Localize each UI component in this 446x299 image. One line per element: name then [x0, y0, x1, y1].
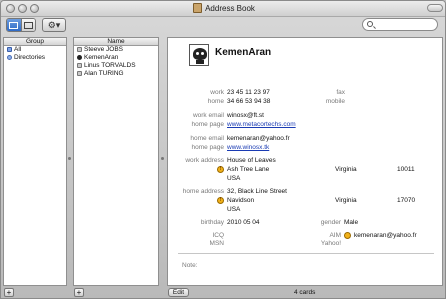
label-work-phone: work [210, 89, 224, 96]
add-group-button[interactable]: + [4, 288, 14, 297]
home-address-line1[interactable]: 32, Black Line Street [227, 188, 287, 195]
contact-photo[interactable] [189, 44, 209, 66]
toolbar-toggle-button[interactable] [427, 4, 443, 12]
card-view-button[interactable] [20, 19, 35, 31]
work-phone-value[interactable]: 23 45 11 23 97 [227, 89, 270, 96]
work-address-state[interactable]: Virginia [335, 166, 357, 173]
group-column-header[interactable]: Group [4, 38, 66, 46]
map-icon[interactable]: ! [217, 166, 224, 173]
address-book-window: Address Book ⚙▾ Group All Directories Na… [0, 0, 446, 299]
label-aim: AIM [329, 232, 341, 239]
contact-card-icon [77, 71, 82, 76]
home-page-link-1[interactable]: www.metacortechs.com [227, 121, 296, 128]
label-home-address: home address [182, 188, 224, 195]
window-title: Address Book [1, 3, 445, 13]
edit-button[interactable]: Edit [168, 288, 189, 297]
bottom-bar: + + Edit 4 cards [1, 287, 445, 298]
name-column-header[interactable]: Name [74, 38, 158, 46]
contact-card-icon [77, 63, 82, 68]
action-menu-button[interactable]: ⚙▾ [42, 18, 66, 32]
label-birthday: birthday [200, 219, 224, 226]
home-phone-value[interactable]: 34 66 53 94 38 [227, 98, 270, 105]
directory-icon [7, 55, 12, 60]
name-item-alan-turing[interactable]: Alan TURING [74, 70, 158, 78]
map-icon[interactable]: ! [217, 197, 224, 204]
name-item-label: Linus TORVALDS [84, 62, 136, 69]
address-book-icon [193, 3, 203, 13]
label-icq: ICQ [212, 232, 224, 239]
group-splitter[interactable] [67, 37, 72, 286]
card-count: 4 cards [294, 289, 316, 296]
label-fax: fax [336, 89, 345, 96]
label-mobile: mobile [325, 98, 345, 105]
gender-value[interactable]: Male [344, 219, 358, 226]
title-bar: Address Book [1, 1, 445, 17]
home-address-zip[interactable]: 17070 [397, 197, 415, 204]
name-splitter[interactable] [160, 37, 165, 286]
add-contact-button[interactable]: + [74, 288, 84, 297]
group-column: Group All Directories [3, 37, 67, 286]
columns-icon [9, 21, 19, 29]
toolbar: ⚙▾ [1, 17, 445, 35]
name-item-label: Steeve JOBS [84, 46, 124, 53]
work-address-line1[interactable]: House of Leaves [227, 157, 276, 164]
label-work-email: work email [192, 112, 224, 119]
aim-value[interactable]: kemenaran@yahoo.fr [354, 232, 417, 239]
name-item-label: Alan TURING [84, 70, 124, 77]
group-item-label: All [14, 46, 22, 53]
view-mode-control[interactable] [6, 18, 36, 32]
label-note: Note: [182, 262, 198, 269]
home-address-state[interactable]: Virginia [335, 197, 357, 204]
name-item-kemenaran[interactable]: KemenAran [74, 54, 158, 62]
label-work-address: work address [185, 157, 224, 164]
search-field[interactable] [362, 18, 438, 31]
label-home-email: home email [190, 135, 224, 142]
work-address-country[interactable]: USA [227, 175, 240, 182]
name-item-steeve-jobs[interactable]: Steeve JOBS [74, 46, 158, 54]
contact-card: KemenAran work 23 45 11 23 97 fax home 3… [167, 37, 443, 286]
label-home-phone: home [207, 98, 224, 105]
work-address-zip[interactable]: 10011 [397, 166, 415, 173]
skull-picture [193, 48, 207, 60]
column-view-button[interactable] [7, 19, 21, 31]
group-icon [7, 47, 12, 52]
label-home-page-1: home page [191, 121, 224, 128]
splitter-handle-icon [161, 157, 164, 160]
group-item-label: Directories [14, 54, 46, 61]
splitter-handle-icon [68, 157, 71, 160]
label-msn: MSN [209, 240, 224, 247]
contact-card-icon [77, 47, 82, 52]
search-icon [367, 21, 373, 27]
group-item-all[interactable]: All [4, 46, 66, 54]
home-page-link-2[interactable]: www.winosx.tk [227, 144, 269, 151]
aim-status-icon [344, 232, 351, 239]
home-address-line2[interactable]: Navidson [227, 197, 254, 204]
name-column: Name Steeve JOBS KemenAran Linus TORVALD… [73, 37, 159, 286]
skull-jaw [196, 60, 204, 64]
label-gender: gender [320, 219, 341, 226]
name-item-linus-torvalds[interactable]: Linus TORVALDS [74, 62, 158, 70]
contact-name: KemenAran [215, 47, 272, 58]
group-item-directories[interactable]: Directories [4, 54, 66, 62]
home-address-country[interactable]: USA [227, 206, 240, 213]
window-title-text: Address Book [205, 4, 255, 13]
birthday-value[interactable]: 2010 05 04 [227, 219, 260, 226]
home-email-value[interactable]: kemenaran@yahoo.fr [227, 135, 290, 142]
label-yahoo: Yahoo! [320, 240, 341, 247]
card-icon [23, 21, 33, 29]
work-address-line2[interactable]: Ash Tree Lane [227, 166, 269, 173]
name-item-label: KemenAran [84, 54, 119, 61]
label-home-page-2: home page [191, 144, 224, 151]
note-divider [178, 253, 434, 254]
work-email-value[interactable]: winosx@ft.st [227, 112, 264, 119]
person-icon [77, 55, 82, 60]
